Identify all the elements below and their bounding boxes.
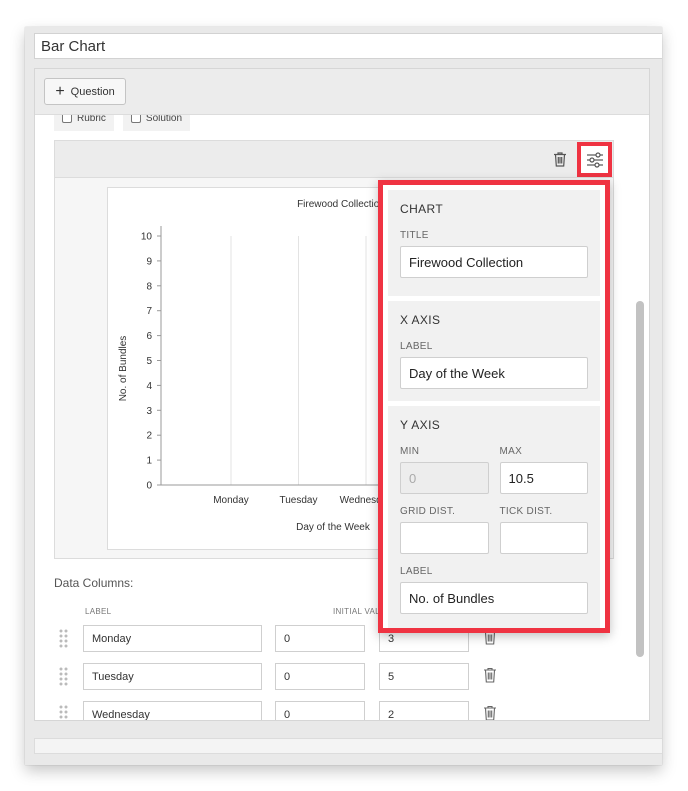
chart-settings-popover: CHART TITLE Firewood Collection X AXIS L… bbox=[378, 180, 610, 633]
label-column-header: LABEL bbox=[85, 607, 112, 616]
y-tick-label: 4 bbox=[146, 381, 152, 392]
y-axis-label: No. of Bundles bbox=[118, 336, 129, 402]
chart-panel-header bbox=[55, 141, 613, 178]
data-columns-heading: Data Columns: bbox=[54, 576, 134, 590]
y-max-label: MAX bbox=[499, 446, 523, 457]
y-tick-label: 10 bbox=[141, 232, 153, 243]
x-axis-section-title: X AXIS bbox=[400, 313, 441, 327]
y-tick-label: 7 bbox=[146, 306, 152, 317]
chart-title: Firewood Collection bbox=[297, 199, 385, 210]
editor-toolbar: + Question bbox=[35, 69, 649, 115]
delete-chart-icon[interactable] bbox=[552, 151, 568, 167]
y-min-label: MIN bbox=[400, 446, 420, 457]
x-tick-label: Tuesday bbox=[280, 495, 318, 506]
x-tick-label: Monday bbox=[213, 495, 249, 506]
chart-settings-section: CHART TITLE Firewood Collection bbox=[388, 190, 600, 296]
y-axis-label-label: LABEL bbox=[400, 566, 433, 577]
data-row: Tuesday 0 5 bbox=[35, 663, 595, 690]
tick-dist-field[interactable] bbox=[499, 522, 588, 554]
y-tick-label: 2 bbox=[146, 431, 152, 442]
row-value-input[interactable]: 5 bbox=[379, 663, 469, 690]
y-axis-dist-row: GRID DIST. TICK DIST. bbox=[400, 506, 588, 554]
add-question-label: Question bbox=[70, 85, 115, 98]
y-tick-label: 9 bbox=[146, 256, 152, 267]
drag-handle-icon[interactable] bbox=[59, 628, 68, 648]
x-axis-label-field[interactable]: Day of the Week bbox=[400, 357, 588, 389]
drag-handle-icon[interactable] bbox=[59, 704, 68, 721]
chart-section-title: CHART bbox=[400, 202, 444, 216]
chart-title-label: TITLE bbox=[400, 230, 429, 241]
x-axis-settings-section: X AXIS LABEL Day of the Week bbox=[388, 301, 600, 401]
chart-title-input[interactable]: Bar Chart bbox=[34, 33, 662, 59]
y-tick-label: 8 bbox=[146, 281, 152, 292]
trash-icon[interactable] bbox=[483, 667, 497, 683]
sliders-icon bbox=[586, 151, 603, 168]
row-label-input[interactable]: Wednesday bbox=[83, 701, 262, 720]
grid-dist-label: GRID DIST. bbox=[400, 506, 456, 517]
bottom-bar bbox=[34, 738, 662, 754]
row-label-input[interactable]: Monday bbox=[83, 625, 262, 652]
add-question-button[interactable]: + Question bbox=[44, 78, 126, 105]
y-tick-label: 0 bbox=[146, 481, 152, 492]
y-max-field[interactable]: 10.5 bbox=[499, 462, 588, 494]
y-tick-label: 3 bbox=[146, 406, 152, 417]
x-axis-label: Day of the Week bbox=[296, 522, 371, 533]
row-value-input[interactable]: 2 bbox=[379, 701, 469, 720]
grid-dist-field[interactable] bbox=[400, 522, 489, 554]
row-label-input[interactable]: Tuesday bbox=[83, 663, 262, 690]
tick-dist-label: TICK DIST. bbox=[499, 506, 553, 517]
initial-column-header: INITIAL VAL bbox=[333, 607, 380, 616]
y-min-field[interactable]: 0 bbox=[400, 462, 489, 494]
chart-title-field[interactable]: Firewood Collection bbox=[400, 246, 588, 278]
y-axis-settings-section: Y AXIS MIN 0 MAX 10.5 GRID DIST. TICK DI… bbox=[388, 406, 600, 628]
x-axis-label-label: LABEL bbox=[400, 341, 433, 352]
y-tick-label: 5 bbox=[146, 356, 152, 367]
trash-icon[interactable] bbox=[483, 705, 497, 721]
y-axis-label-field[interactable]: No. of Bundles bbox=[400, 582, 588, 614]
plus-icon: + bbox=[55, 82, 65, 100]
y-axis-section-title: Y AXIS bbox=[400, 418, 441, 432]
row-initial-input[interactable]: 0 bbox=[275, 701, 365, 720]
y-tick-label: 1 bbox=[146, 456, 152, 467]
y-tick-label: 6 bbox=[146, 331, 152, 342]
drag-handle-icon[interactable] bbox=[59, 666, 68, 686]
data-row: Wednesday 0 2 bbox=[35, 701, 595, 721]
scrollbar-thumb[interactable] bbox=[636, 301, 644, 657]
row-initial-input[interactable]: 0 bbox=[275, 663, 365, 690]
y-axis-range-row: MIN 0 MAX 10.5 bbox=[400, 446, 588, 494]
row-initial-input[interactable]: 0 bbox=[275, 625, 365, 652]
chart-settings-button[interactable] bbox=[577, 142, 612, 177]
